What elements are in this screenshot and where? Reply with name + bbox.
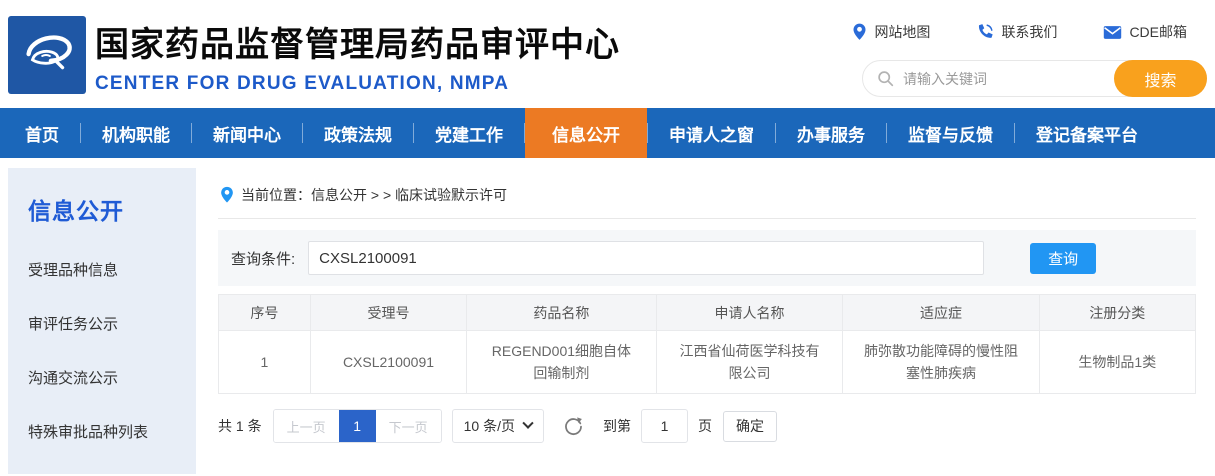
nav-item-information-disclosure[interactable]: 信息公开	[525, 108, 647, 158]
table-header-row: 序号 受理号 药品名称 申请人名称 适应症 注册分类	[219, 295, 1196, 331]
breadcrumb-text: 当前位置：信息公开 > > 临床试验默示许可	[241, 185, 507, 205]
next-page-button[interactable]: 下一页	[376, 410, 441, 442]
results-table: 序号 受理号 药品名称 申请人名称 适应症 注册分类 1 CXSL2100091…	[218, 294, 1196, 394]
prev-page-button[interactable]: 上一页	[274, 410, 339, 442]
search-input[interactable]	[903, 71, 1114, 87]
search-icon	[877, 70, 894, 87]
cell-index: 1	[219, 331, 311, 394]
pagination: 共 1 条 上一页 1 下一页 10 条/页 到第 页 确定	[218, 409, 1196, 443]
search-button[interactable]: 搜索	[1114, 60, 1207, 97]
site-search: 搜索	[862, 60, 1207, 97]
content-row: 信息公开 受理品种信息 审评任务公示 沟通交流公示 特殊审批品种列表 优先审评公…	[0, 168, 1215, 474]
phone-icon	[976, 23, 994, 41]
page-unit-label: 页	[698, 416, 712, 436]
quick-links: 网站地图 联系我们 CDE邮箱	[806, 22, 1187, 42]
cde-mail-link-label: CDE邮箱	[1129, 22, 1187, 42]
cell-applicant: 江西省仙荷医学科技有限公司	[656, 331, 843, 394]
refresh-icon	[563, 416, 584, 437]
location-pin-icon	[852, 23, 867, 41]
sidebar-item-review-tasks[interactable]: 审评任务公示	[28, 313, 196, 334]
sidebar: 信息公开 受理品种信息 审评任务公示 沟通交流公示 特殊审批品种列表 优先审评公…	[8, 168, 196, 474]
col-header-registration-class: 注册分类	[1039, 295, 1195, 331]
sitemap-link[interactable]: 网站地图	[852, 22, 930, 42]
nav-item-policies[interactable]: 政策法规	[303, 108, 413, 158]
main-nav: 首页 机构职能 新闻中心 政策法规 党建工作 信息公开 申请人之窗 办事服务 监…	[0, 108, 1215, 158]
col-header-drug-name: 药品名称	[467, 295, 657, 331]
col-header-acceptance-no: 受理号	[310, 295, 466, 331]
col-header-applicant: 申请人名称	[656, 295, 843, 331]
query-label: 查询条件:	[231, 248, 295, 269]
nav-item-news[interactable]: 新闻中心	[192, 108, 302, 158]
cell-acceptance-no: CXSL2100091	[310, 331, 466, 394]
nav-item-party-building[interactable]: 党建工作	[414, 108, 524, 158]
nav-item-functions[interactable]: 机构职能	[81, 108, 191, 158]
contact-us-link[interactable]: 联系我们	[976, 22, 1057, 42]
col-header-index: 序号	[219, 295, 311, 331]
contact-us-link-label: 联系我们	[1001, 22, 1057, 42]
main-content: 当前位置：信息公开 > > 临床试验默示许可 查询条件: 查询 序号 受理号 药…	[218, 168, 1196, 443]
sitemap-link-label: 网站地图	[874, 22, 930, 42]
query-input[interactable]	[308, 241, 984, 275]
site-subtitle: CENTER FOR DRUG EVALUATION, NMPA	[95, 73, 620, 95]
pagination-total: 共 1 条	[218, 416, 262, 436]
chevron-down-icon	[522, 418, 533, 429]
cde-logo	[8, 16, 86, 94]
cell-registration-class: 生物制品1类	[1039, 331, 1195, 394]
query-panel: 查询条件: 查询	[218, 230, 1196, 286]
cell-indication: 肺弥散功能障碍的慢性阻塞性肺疾病	[843, 331, 1039, 394]
site-title: 国家药品监督管理局药品审评中心	[95, 17, 620, 66]
nav-item-applicant-window[interactable]: 申请人之窗	[648, 108, 775, 158]
page-size-select[interactable]: 10 条/页	[452, 409, 544, 443]
sidebar-item-communication[interactable]: 沟通交流公示	[28, 367, 196, 388]
breadcrumb-pin-icon	[220, 186, 234, 204]
nav-item-home[interactable]: 首页	[4, 108, 80, 158]
breadcrumb: 当前位置：信息公开 > > 临床试验默示许可	[218, 168, 1196, 219]
nav-item-services[interactable]: 办事服务	[776, 108, 886, 158]
cde-mail-link[interactable]: CDE邮箱	[1103, 22, 1187, 42]
site-titles: 国家药品监督管理局药品审评中心 CENTER FOR DRUG EVALUATI…	[95, 17, 620, 95]
refresh-button[interactable]	[563, 416, 584, 437]
confirm-button[interactable]: 确定	[723, 411, 777, 442]
page-size-value: 10 条/页	[464, 416, 515, 436]
goto-page-input[interactable]	[641, 409, 688, 443]
sidebar-item-accepted-varieties[interactable]: 受理品种信息	[28, 259, 196, 280]
mail-icon	[1103, 25, 1122, 40]
cde-logo-icon	[16, 24, 78, 86]
nav-item-supervision-feedback[interactable]: 监督与反馈	[887, 108, 1014, 158]
goto-page-label: 到第	[603, 416, 631, 436]
col-header-indication: 适应症	[843, 295, 1039, 331]
sidebar-item-special-approval[interactable]: 特殊审批品种列表	[28, 421, 196, 442]
query-button[interactable]: 查询	[1030, 243, 1096, 274]
site-header: 国家药品监督管理局药品审评中心 CENTER FOR DRUG EVALUATI…	[0, 0, 1215, 108]
table-row: 1 CXSL2100091 REGEND001细胞自体回输制剂 江西省仙荷医学科…	[219, 331, 1196, 394]
cell-drug-name: REGEND001细胞自体回输制剂	[467, 331, 657, 394]
page-1-button[interactable]: 1	[339, 410, 376, 442]
pagination-group: 上一页 1 下一页	[273, 409, 442, 443]
nav-item-registration-platform[interactable]: 登记备案平台	[1015, 108, 1159, 158]
sidebar-title: 信息公开	[28, 192, 196, 226]
